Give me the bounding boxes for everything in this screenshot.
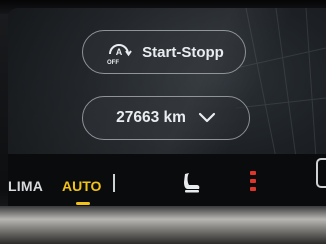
seat-heating-icon[interactable] xyxy=(180,170,202,196)
svg-text:OFF: OFF xyxy=(107,60,119,66)
bottom-trim xyxy=(0,206,326,244)
partial-edge-button[interactable] xyxy=(316,158,326,188)
odometer-value: 27663 km xyxy=(116,109,186,126)
auto-start-stop-off-icon: A OFF xyxy=(107,44,132,66)
klima-button[interactable]: LIMA xyxy=(8,178,43,194)
auto-active-indicator xyxy=(76,202,90,205)
climate-auto-button[interactable]: AUTO xyxy=(62,178,101,194)
background-pattern xyxy=(236,8,326,158)
start-stopp-label: Start-Stopp xyxy=(142,43,224,61)
chevron-down-icon xyxy=(198,112,216,123)
odometer-dropdown[interactable]: 27663 km xyxy=(82,96,250,140)
svg-text:A: A xyxy=(116,47,123,57)
display-frame: A OFF Start-Stopp 27663 km LIMA AUTO xyxy=(0,0,326,244)
start-stopp-button[interactable]: A OFF Start-Stopp xyxy=(82,30,246,74)
heat-level-icon[interactable] xyxy=(248,170,260,194)
climate-bar: LIMA AUTO xyxy=(8,154,326,206)
climate-divider xyxy=(113,174,115,192)
